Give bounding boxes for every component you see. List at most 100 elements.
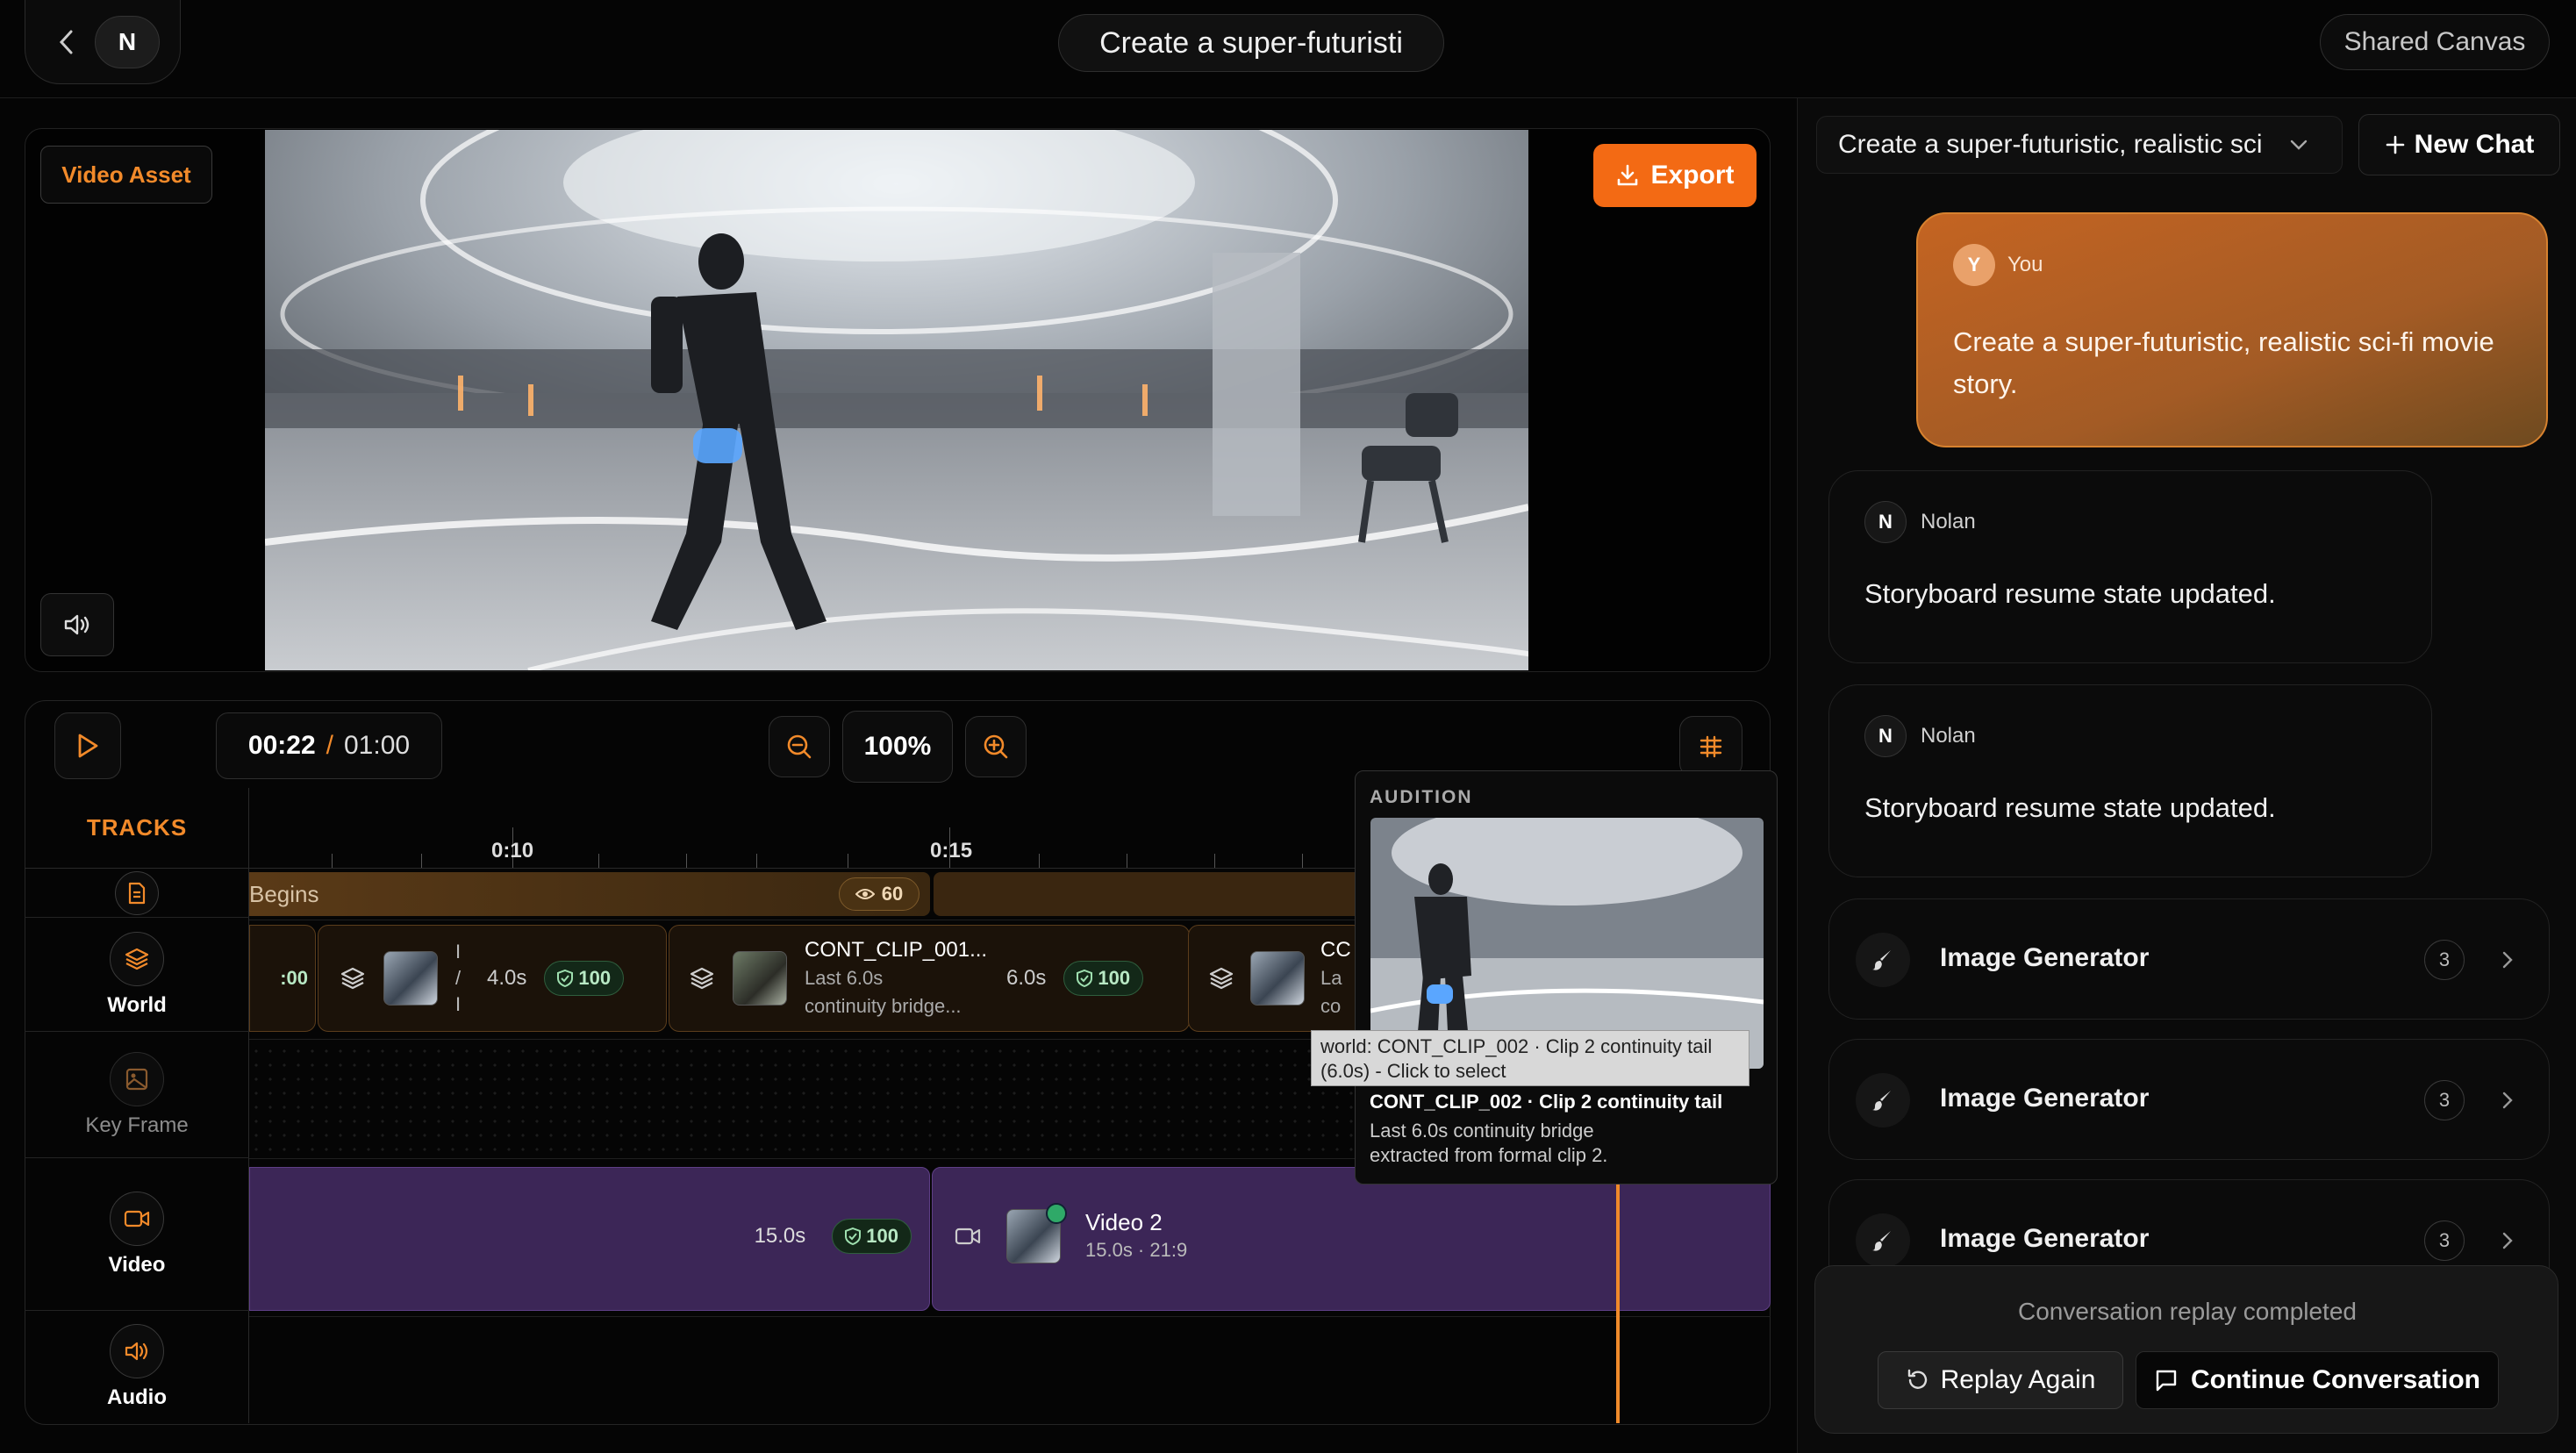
- clip-tooltip: world: CONT_CLIP_002 · Clip 2 continuity…: [1311, 1030, 1750, 1086]
- audition-desc: Last 6.0s continuity bridge extracted fr…: [1370, 1119, 1607, 1168]
- user-avatar[interactable]: N: [95, 16, 160, 68]
- audition-header: AUDITION: [1370, 787, 1473, 807]
- zoom-in-button[interactable]: [965, 716, 1027, 777]
- tool-name: Image Generator: [1940, 1084, 2150, 1113]
- assistant-message: N Nolan Storyboard resume state updated.: [1828, 684, 2432, 877]
- tool-count-badge: 3: [2424, 940, 2465, 980]
- video-clip[interactable]: 15.0s 100: [249, 1167, 930, 1311]
- views-badge: 60: [839, 877, 919, 911]
- track-world[interactable]: World: [25, 918, 249, 1032]
- message-text: Storyboard resume state updated.: [1864, 578, 2276, 609]
- score-badge: 100: [832, 1219, 912, 1254]
- layers-icon: [340, 967, 365, 990]
- tool-count-badge: 3: [2424, 1220, 2465, 1261]
- clip-subtitle: Last 6.0s: [805, 967, 884, 989]
- time-separator: /: [326, 731, 333, 760]
- track-keyframe[interactable]: Key Frame: [25, 1032, 249, 1158]
- world-clip[interactable]: CC La co: [1188, 925, 1363, 1032]
- grid-icon: [1699, 735, 1722, 758]
- video-preview-frame[interactable]: [265, 130, 1528, 670]
- message-author: You: [2007, 253, 2043, 276]
- timeline-layout-button[interactable]: [1679, 716, 1742, 777]
- chevron-right-icon: [2502, 1092, 2513, 1109]
- speaker-icon: [110, 1324, 164, 1378]
- export-button[interactable]: Export: [1593, 144, 1757, 207]
- zoom-in-icon: [984, 734, 1008, 759]
- plus-icon: [2386, 135, 2404, 154]
- clip-duration: 6.0s: [1006, 966, 1047, 990]
- message-avatar: N: [1864, 501, 1907, 543]
- score-value: 100: [578, 967, 612, 989]
- clip-thumbnail: [733, 951, 787, 1006]
- clip-subtitle: La: [1320, 967, 1342, 989]
- score-badge: 100: [544, 961, 625, 996]
- clip-thumbnail: [1250, 951, 1305, 1006]
- message-author: Nolan: [1921, 724, 1976, 748]
- ruler-tick: [1302, 854, 1303, 868]
- conversation-select-value: Create a super-futuristic, realistic sci: [1838, 130, 2263, 159]
- clip-title: CC: [1320, 938, 1351, 962]
- world-clip[interactable]: I / I 4.0s 100: [318, 925, 667, 1032]
- zoom-level[interactable]: 100%: [842, 711, 953, 783]
- chevron-right-icon: [2502, 1232, 2513, 1249]
- layers-icon: [1209, 967, 1234, 990]
- tool-name: Image Generator: [1940, 943, 2150, 972]
- video-clip[interactable]: Video 2 15.0s · 21:9: [932, 1167, 1771, 1311]
- assistant-message: N Nolan Storyboard resume state updated.: [1828, 470, 2432, 663]
- download-icon: [1618, 164, 1638, 186]
- ruler-label: 0:15: [930, 839, 973, 862]
- story-segment[interactable]: [934, 872, 1363, 916]
- tool-call-card[interactable]: Image Generator 3: [1828, 1039, 2550, 1160]
- video-still-image: [265, 130, 1528, 670]
- story-segment[interactable]: Begins: [249, 872, 930, 916]
- zoom-out-button[interactable]: [769, 716, 830, 777]
- continue-conversation-button[interactable]: Continue Conversation: [2136, 1351, 2499, 1409]
- clip-text: /: [455, 967, 462, 989]
- message-author: Nolan: [1921, 510, 1976, 533]
- replay-again-button[interactable]: Replay Again: [1878, 1351, 2123, 1409]
- total-time: 01:00: [344, 731, 411, 760]
- clip-text: I: [455, 941, 462, 963]
- world-clip[interactable]: CONT_CLIP_001... Last 6.0s continuity br…: [669, 925, 1190, 1032]
- time-display: 00:22 / 01:00: [216, 712, 442, 779]
- speaker-icon: [64, 614, 89, 635]
- world-clip[interactable]: :00: [249, 925, 316, 1032]
- track-video[interactable]: Video: [25, 1158, 249, 1311]
- tool-name: Image Generator: [1940, 1224, 2150, 1253]
- track-audio[interactable]: Audio: [25, 1311, 249, 1423]
- conversation-select[interactable]: Create a super-futuristic, realistic sci: [1816, 116, 2343, 174]
- new-chat-button[interactable]: New Chat: [2358, 114, 2560, 175]
- layers-icon: [690, 967, 714, 990]
- replay-label: Replay Again: [1940, 1365, 2096, 1394]
- video-asset-tag: Video Asset: [40, 146, 212, 204]
- clip-text: I: [455, 993, 462, 1015]
- chevron-down-icon: [2290, 140, 2307, 150]
- clip-title: Video 2: [1085, 1209, 1163, 1235]
- continue-label: Continue Conversation: [2190, 1365, 2480, 1394]
- brush-icon: [1856, 933, 1910, 987]
- eye-icon: [855, 889, 875, 899]
- clip-meta: 15.0s · 21:9: [1085, 1239, 1188, 1261]
- video-camera-icon: [110, 1191, 164, 1246]
- shield-icon: [845, 1228, 862, 1245]
- export-label: Export: [1650, 161, 1735, 190]
- image-icon: [110, 1051, 164, 1106]
- user-message: Y You Create a super-futuristic, realist…: [1916, 212, 2548, 447]
- shared-canvas-button[interactable]: Shared Canvas: [2320, 14, 2550, 70]
- track-keyframe-label: Key Frame: [85, 1113, 189, 1137]
- volume-button[interactable]: [40, 593, 114, 656]
- clip-thumbnail: [383, 951, 438, 1006]
- tool-call-card[interactable]: Image Generator 3: [1828, 898, 2550, 1020]
- tool-count-badge: 3: [2424, 1080, 2465, 1120]
- clip-duration: 15.0s: [754, 1224, 806, 1248]
- current-time: 00:22: [247, 731, 316, 760]
- track-story[interactable]: [25, 869, 249, 918]
- message-avatar: N: [1864, 715, 1907, 757]
- playhead[interactable]: [1616, 1167, 1620, 1423]
- new-chat-label: New Chat: [2414, 130, 2535, 159]
- track-world-label: World: [107, 992, 167, 1017]
- ruler-label: 0:10: [491, 839, 534, 862]
- project-title[interactable]: Create a super-futuristi: [1058, 14, 1444, 72]
- back-button[interactable]: [44, 19, 89, 65]
- play-button[interactable]: [54, 712, 121, 779]
